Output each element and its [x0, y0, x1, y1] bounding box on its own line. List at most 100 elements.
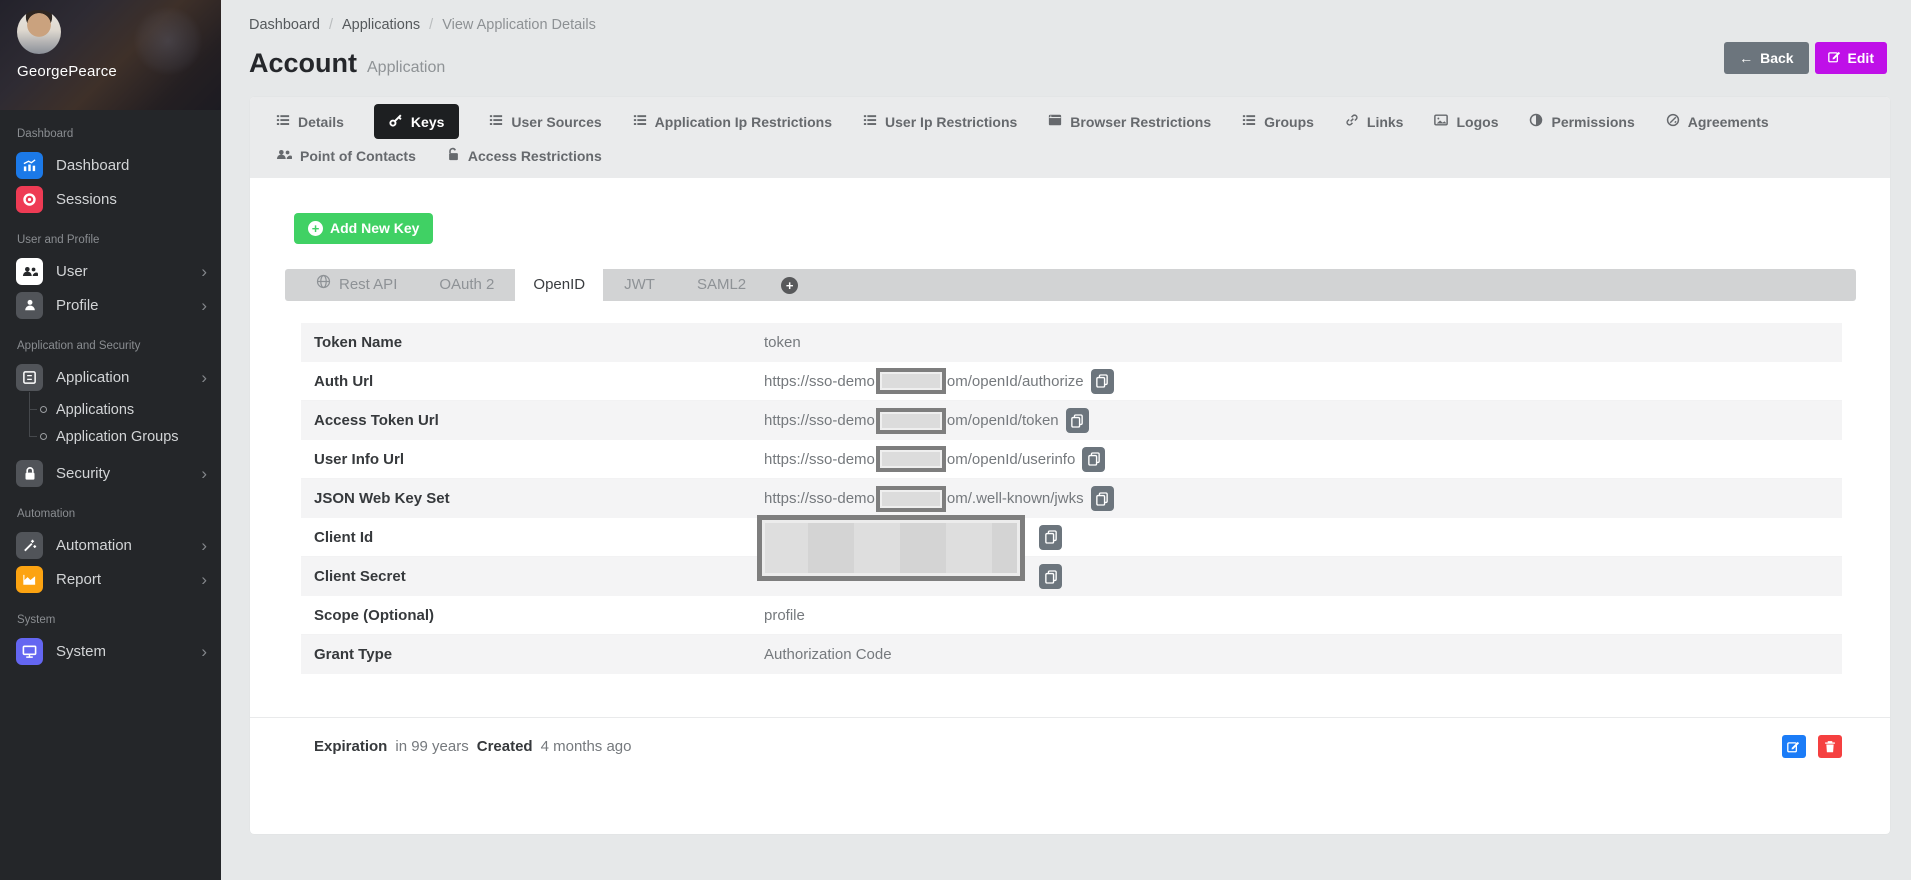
- tab-logos[interactable]: Logos: [1434, 113, 1498, 130]
- created-label: Created: [477, 738, 533, 755]
- copy-button[interactable]: [1039, 564, 1062, 589]
- back-arrow-icon: ←: [1739, 50, 1753, 66]
- table-row-client-id: Client Id: [301, 518, 1842, 557]
- tab-application-ip-restrictions[interactable]: Application Ip Restrictions: [633, 113, 832, 130]
- sidebar-item-security[interactable]: Security ›: [0, 456, 221, 490]
- sidebar-item-application-groups[interactable]: Application Groups: [0, 423, 221, 450]
- tab-point-of-contacts[interactable]: Point of Contacts: [276, 147, 416, 164]
- record-icon: [16, 186, 43, 213]
- sidebar-item-sessions[interactable]: Sessions: [0, 182, 221, 216]
- user-name: GeorgePearce: [17, 63, 221, 80]
- sidebar-user-panel[interactable]: GeorgePearce: [0, 0, 221, 110]
- table-row-access-token-url: Access Token Url https://sso-demoom/open…: [301, 401, 1842, 440]
- breadcrumb-separator: /: [429, 17, 433, 33]
- sidebar-item-applications[interactable]: Applications: [0, 396, 221, 423]
- tab-user-sources[interactable]: User Sources: [489, 113, 601, 130]
- field-value: https://sso-demoom/openId/token: [764, 408, 1089, 434]
- field-label: Auth Url: [301, 373, 764, 390]
- breadcrumb-dashboard[interactable]: Dashboard: [249, 17, 320, 33]
- avatar[interactable]: [17, 10, 61, 54]
- section-label-app-security: Application and Security: [17, 340, 221, 352]
- tab-keys[interactable]: Keys: [374, 104, 459, 139]
- copy-button[interactable]: [1039, 525, 1062, 550]
- tab-agreements[interactable]: Agreements: [1666, 113, 1769, 130]
- redaction-box: [876, 486, 946, 512]
- sidebar-item-report[interactable]: Report ›: [0, 562, 221, 596]
- link-icon: [1345, 113, 1359, 130]
- table-row-scope: Scope (Optional) profile: [301, 596, 1842, 635]
- keys-panel: + Add New Key Rest API OAuth 2 OpenID JW…: [250, 178, 1890, 758]
- tab-browser-restrictions[interactable]: Browser Restrictions: [1048, 113, 1211, 130]
- url-prefix: https://sso-demo: [764, 451, 875, 468]
- plus-circle-icon: +: [308, 221, 323, 236]
- sidebar-item-automation[interactable]: Automation ›: [0, 528, 221, 562]
- sidebar: GeorgePearce Dashboard Dashboard Session…: [0, 0, 221, 880]
- field-value: profile: [764, 607, 805, 624]
- key-actions: [1782, 735, 1842, 758]
- breadcrumb-separator: /: [329, 17, 333, 33]
- key-meta: Expiration in 99 years Created 4 months …: [301, 738, 632, 755]
- delete-key-button[interactable]: [1818, 735, 1842, 758]
- back-button[interactable]: ← Back: [1724, 42, 1808, 74]
- field-label: Client Secret: [301, 568, 764, 585]
- key-tab-oauth2[interactable]: OAuth 2: [418, 269, 515, 301]
- key-tab-openid[interactable]: OpenID: [515, 265, 603, 305]
- tab-access-restrictions[interactable]: Access Restrictions: [447, 147, 602, 164]
- chevron-right-icon: ›: [201, 571, 207, 588]
- redaction-box: [876, 408, 946, 434]
- url-suffix: om/openId/token: [947, 412, 1059, 429]
- section-label-system: System: [17, 614, 221, 626]
- sidebar-item-dashboard[interactable]: Dashboard: [0, 148, 221, 182]
- add-new-key-button[interactable]: + Add New Key: [294, 213, 433, 244]
- redaction-box: [876, 446, 946, 472]
- redaction-box: [876, 368, 946, 394]
- expiration-value: in 99 years: [395, 738, 468, 755]
- circle-half-icon: [1529, 113, 1543, 130]
- table-row-user-info-url: User Info Url https://sso-demoom/openId/…: [301, 440, 1842, 479]
- chevron-right-icon: ›: [201, 263, 207, 280]
- key-tab-jwt[interactable]: JWT: [603, 269, 676, 301]
- copy-button[interactable]: [1082, 447, 1105, 472]
- breadcrumb-applications[interactable]: Applications: [342, 17, 420, 33]
- field-label: Access Token Url: [301, 412, 764, 429]
- edit-key-button[interactable]: [1782, 735, 1806, 758]
- url-prefix: https://sso-demo: [764, 373, 875, 390]
- lock-open-icon: [447, 147, 460, 164]
- field-label: Client Id: [301, 529, 764, 546]
- key-details-table: Token Name token Auth Url https://sso-de…: [301, 323, 1842, 674]
- tab-links[interactable]: Links: [1345, 113, 1404, 130]
- add-key-tab-button[interactable]: +: [781, 277, 798, 294]
- edit-pencil-icon: [1828, 50, 1841, 66]
- list-icon: [633, 113, 647, 130]
- copy-button[interactable]: [1066, 408, 1089, 433]
- list-icon: [276, 113, 290, 130]
- sidebar-item-user[interactable]: User ›: [0, 254, 221, 288]
- url-suffix: om/openId/userinfo: [947, 451, 1075, 468]
- person-icon: [16, 292, 43, 319]
- chevron-right-icon: ›: [201, 369, 207, 386]
- key-tab-saml2[interactable]: SAML2: [676, 269, 767, 301]
- copy-button[interactable]: [1091, 369, 1114, 394]
- field-value: https://sso-demo om/openId/userinfo: [764, 446, 1105, 472]
- field-value: https://sso-demoom/.well-known/jwks: [764, 486, 1114, 512]
- field-label: Grant Type: [301, 646, 764, 663]
- sidebar-item-system[interactable]: System ›: [0, 634, 221, 668]
- section-label-dashboard: Dashboard: [17, 128, 221, 140]
- page-title-row: Account Application: [249, 48, 445, 79]
- sidebar-item-profile[interactable]: Profile ›: [0, 288, 221, 322]
- users-icon: [16, 258, 43, 285]
- edit-button[interactable]: Edit: [1815, 42, 1887, 74]
- tab-groups[interactable]: Groups: [1242, 113, 1314, 130]
- copy-button[interactable]: [1091, 486, 1114, 511]
- main-content: Dashboard / Applications / View Applicat…: [221, 0, 1911, 880]
- tab-user-ip-restrictions[interactable]: User Ip Restrictions: [863, 113, 1017, 130]
- tab-details[interactable]: Details: [276, 113, 344, 130]
- client-credentials-redaction-box: [757, 515, 1025, 581]
- bullet-icon: [40, 433, 47, 440]
- key-tab-rest-api[interactable]: Rest API: [295, 269, 418, 301]
- key-footer: Expiration in 99 years Created 4 months …: [250, 717, 1890, 758]
- application-detail-card: Details Keys User Sources Application Ip…: [250, 97, 1890, 834]
- page-subtitle: Application: [367, 59, 445, 77]
- tab-permissions[interactable]: Permissions: [1529, 113, 1634, 130]
- sidebar-item-application[interactable]: Application ›: [0, 360, 221, 394]
